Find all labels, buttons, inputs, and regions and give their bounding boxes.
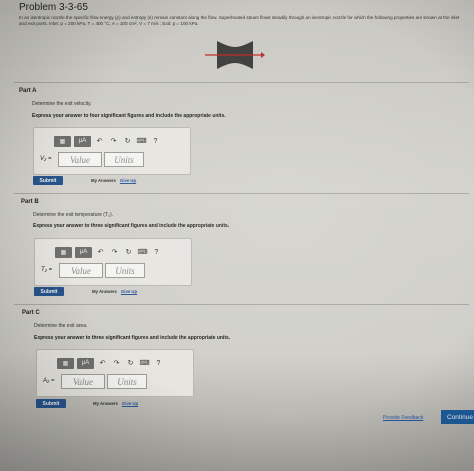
part-b-units-input[interactable]: Units (105, 263, 145, 278)
reset-icon[interactable]: ↻ (125, 358, 136, 369)
divider (14, 304, 469, 305)
part-c-value-input[interactable]: Value (61, 374, 105, 389)
undo-icon[interactable]: ↶ (95, 247, 106, 258)
flow-arrow-head (261, 52, 265, 58)
divider (14, 82, 469, 83)
keyboard-icon[interactable]: ⌨ (137, 247, 148, 258)
part-b-give-up-link[interactable]: Give Up (121, 289, 137, 294)
part-b-my-answers-link[interactable]: My Answers (92, 289, 117, 294)
units-button[interactable]: μA (75, 246, 92, 258)
undo-icon[interactable]: ↶ (94, 136, 105, 147)
part-c-equation-toolbar: ▦ μA ↶ ↷ ↻ ⌨ ? (57, 357, 164, 369)
part-a-equation-toolbar: ▦ μA ↶ ↷ ↻ ⌨ ? (54, 135, 161, 147)
redo-icon[interactable]: ↷ (111, 358, 122, 369)
part-c-instruction: Express your answer to three significant… (34, 335, 231, 341)
problem-statement: In an isentropic nozzle the specific flo… (19, 15, 460, 26)
part-a-submit-button[interactable]: Submit (33, 176, 63, 185)
part-c-links: My Answers Give Up (93, 401, 138, 406)
continue-button[interactable]: Continue (441, 410, 474, 424)
part-c-my-answers-link[interactable]: My Answers (93, 401, 118, 406)
help-icon[interactable]: ? (150, 136, 161, 147)
divider (14, 193, 469, 194)
part-c-label: Part C (22, 310, 40, 316)
units-button[interactable]: μA (74, 135, 91, 147)
units-button[interactable]: μA (77, 357, 94, 369)
nozzle-diagram (205, 41, 265, 69)
part-b-links: My Answers Give Up (92, 289, 137, 294)
part-b-instruction: Express your answer to three significant… (33, 223, 230, 229)
part-a-links: My Answers Give Up (91, 178, 136, 183)
part-c-answer-box: ▦ μA ↶ ↷ ↻ ⌨ ? A₂ = Value Units (36, 349, 194, 397)
part-a-units-input[interactable]: Units (104, 152, 144, 167)
part-b-equation-toolbar: ▦ μA ↶ ↷ ↻ ⌨ ? (55, 246, 162, 258)
part-a-answer-box: ▦ μA ↶ ↷ ↻ ⌨ ? V₂ = Value Units (33, 127, 191, 175)
template-icon[interactable]: ▦ (55, 246, 72, 258)
part-c-give-up-link[interactable]: Give Up (122, 401, 138, 406)
part-c-question: Determine the exit area. (34, 323, 88, 329)
reset-icon[interactable]: ↻ (123, 247, 134, 258)
part-a-give-up-link[interactable]: Give Up (120, 178, 136, 183)
part-a-my-answers-link[interactable]: My Answers (91, 178, 116, 183)
part-b-submit-button[interactable]: Submit (34, 287, 64, 296)
part-b-label: Part B (21, 199, 39, 205)
part-a-label: Part A (19, 88, 37, 94)
redo-icon[interactable]: ↷ (108, 136, 119, 147)
redo-icon[interactable]: ↷ (109, 247, 120, 258)
part-a-variable: V₂ = (40, 156, 52, 162)
part-a-value-input[interactable]: Value (58, 152, 102, 167)
help-icon[interactable]: ? (153, 358, 164, 369)
template-icon[interactable]: ▦ (57, 357, 74, 369)
part-c-variable: A₂ = (43, 378, 55, 384)
part-b-answer-box: ▦ μA ↶ ↷ ↻ ⌨ ? T₂ = Value Units (34, 238, 192, 286)
help-icon[interactable]: ? (151, 247, 162, 258)
part-a-instruction: Express your answer to four significant … (32, 113, 226, 119)
part-b-value-input[interactable]: Value (59, 263, 103, 278)
part-c-submit-button[interactable]: Submit (36, 399, 66, 408)
undo-icon[interactable]: ↶ (97, 358, 108, 369)
problem-title: Problem 3-3-65 (19, 2, 88, 13)
template-icon[interactable]: ▦ (54, 135, 71, 147)
part-a-question: Determine the exit velocity. (32, 101, 92, 107)
reset-icon[interactable]: ↻ (122, 136, 133, 147)
provide-feedback-link[interactable]: Provide Feedback (383, 415, 423, 421)
part-b-variable: T₂ = (41, 267, 53, 273)
keyboard-icon[interactable]: ⌨ (136, 136, 147, 147)
part-b-question: Determine the exit temperature (T₂). (33, 212, 114, 218)
part-c-units-input[interactable]: Units (107, 374, 147, 389)
keyboard-icon[interactable]: ⌨ (139, 358, 150, 369)
